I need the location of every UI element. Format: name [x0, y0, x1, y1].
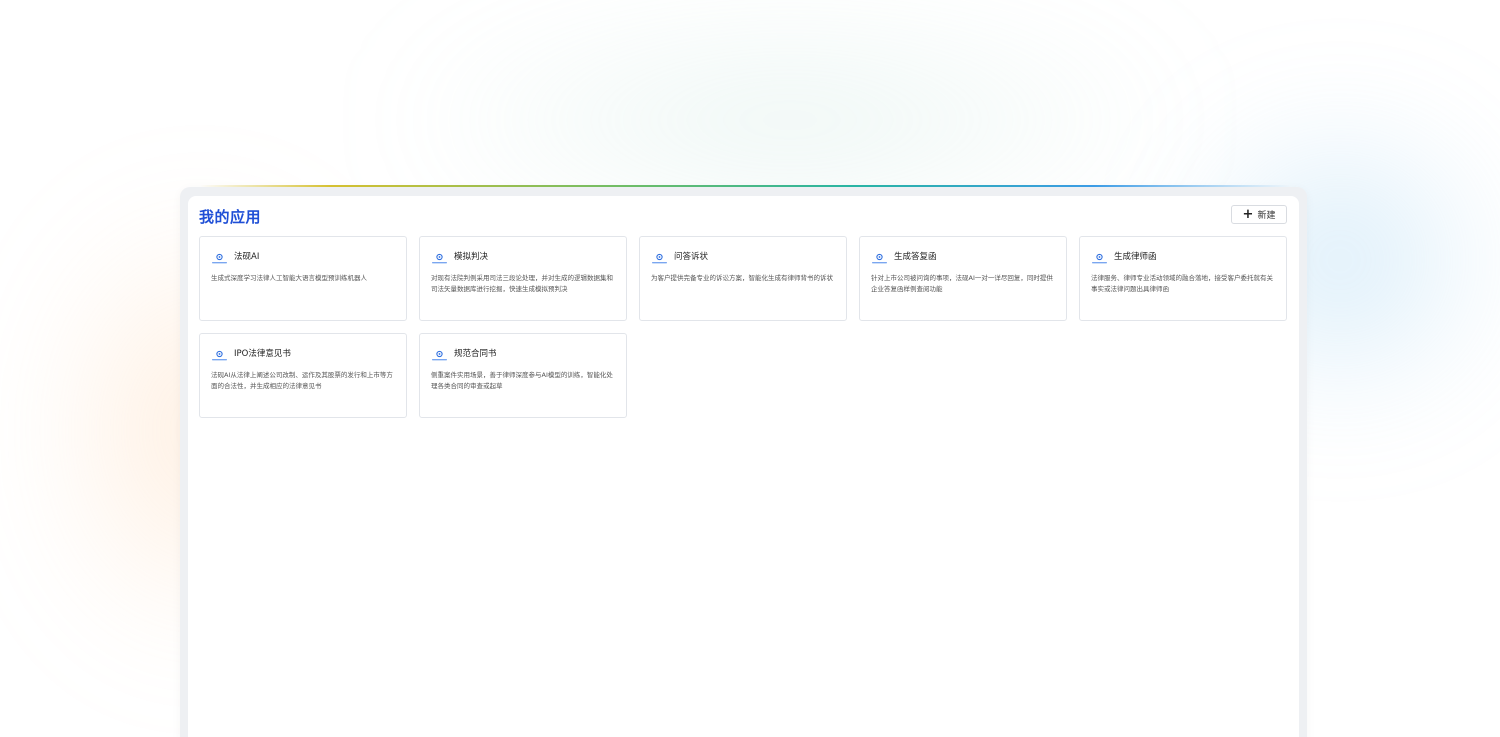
page-stage: 我的应用 + 新建 法砚AI 生成式深度学习法律人工智能大语言模型预训练机器人 模拟…	[0, 0, 1500, 737]
app-card-title: 生成律师函	[1114, 252, 1157, 262]
app-card[interactable]: 生成律师函法律服务、律师专业活动领域的融合落地，接受客户委托就有关事实或法律问题…	[1079, 236, 1287, 321]
app-card-title: 问答诉状	[674, 252, 709, 262]
app-card[interactable]: 问答诉状为客户提供完备专业的诉讼方案，智能化生成有律师背书的诉状	[639, 236, 847, 321]
my-apps-panel: 我的应用 + 新建 法砚AI 生成式深度学习法律人工智能大语言模型预训练机器人 模拟…	[188, 196, 1299, 737]
app-logo-icon	[1091, 250, 1108, 264]
app-window-frame: 我的应用 + 新建 法砚AI 生成式深度学习法律人工智能大语言模型预训练机器人 模拟…	[180, 187, 1307, 737]
app-logo-icon	[871, 250, 888, 264]
app-card-header: 生成答复函	[871, 250, 937, 264]
app-logo-icon	[431, 347, 448, 361]
plus-icon: +	[1242, 207, 1254, 222]
new-app-button-label: 新建	[1257, 211, 1276, 221]
app-card-title: 模拟判决	[454, 252, 489, 262]
app-card-title: 法砚AI	[234, 252, 260, 262]
app-card-description: 对现有法院判例采用司法三段论处理，并对生成的逻辑数据集和司法矢量数据库进行挖掘，…	[431, 274, 613, 293]
app-logo-icon	[651, 250, 668, 264]
app-card-header: 规范合同书	[431, 347, 497, 361]
app-card[interactable]: 规范合同书侧重案件实用场景，善于律师深度参与AI模型的训练，智能化处理各类合同的…	[419, 333, 627, 418]
page-title: 我的应用	[199, 208, 262, 226]
app-card-header: 问答诉状	[651, 250, 709, 264]
app-card-title: 规范合同书	[454, 349, 497, 359]
app-card[interactable]: IPO法律意见书法砚AI从法律上阐述公司改制、运作及其股票的发行和上市等方面的合…	[199, 333, 407, 418]
app-card-description: 生成式深度学习法律人工智能大语言模型预训练机器人	[211, 274, 367, 282]
new-app-button[interactable]: + 新建	[1231, 205, 1287, 224]
app-card-description: 法砚AI从法律上阐述公司改制、运作及其股票的发行和上市等方面的合法性，并生成相应…	[211, 371, 393, 390]
app-card-title: IPO法律意见书	[234, 349, 291, 359]
app-card[interactable]: 生成答复函针对上市公司被问询的事项，法砚AI一对一详尽回复，同时提供企业答复函样…	[859, 236, 1067, 321]
app-card-header: 法砚AI	[211, 250, 260, 264]
app-card-header: 生成律师函	[1091, 250, 1157, 264]
app-logo-icon	[211, 250, 228, 264]
app-card-description: 为客户提供完备专业的诉讼方案，智能化生成有律师背书的诉状	[651, 274, 833, 282]
app-card-description: 针对上市公司被问询的事项，法砚AI一对一详尽回复，同时提供企业答复函样例查阅功能	[871, 274, 1053, 293]
app-card-description: 法律服务、律师专业活动领域的融合落地，接受客户委托就有关事实或法律问题出具律师函	[1091, 274, 1273, 293]
app-card-header: IPO法律意见书	[211, 347, 291, 361]
app-card[interactable]: 法砚AI 生成式深度学习法律人工智能大语言模型预训练机器人	[199, 236, 407, 321]
app-logo-icon	[431, 250, 448, 264]
app-card-description: 侧重案件实用场景，善于律师深度参与AI模型的训练，智能化处理各类合同的审查或起草	[431, 371, 613, 390]
app-card-header: 模拟判决	[431, 250, 489, 264]
app-card-title: 生成答复函	[894, 252, 937, 262]
app-card[interactable]: 模拟判决对现有法院判例采用司法三段论处理，并对生成的逻辑数据集和司法矢量数据库进…	[419, 236, 627, 321]
app-logo-icon	[211, 347, 228, 361]
